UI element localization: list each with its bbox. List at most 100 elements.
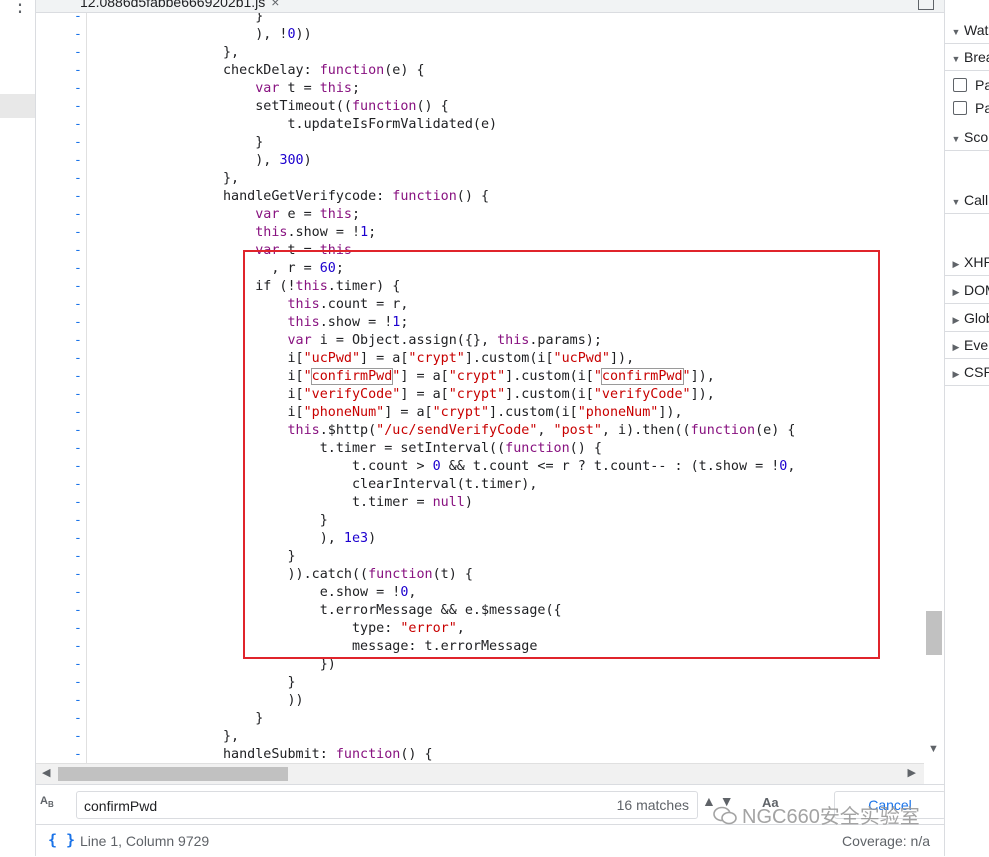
collapsed-triangle-icon: ▶ bbox=[952, 315, 960, 325]
code-line[interactable]: )) bbox=[94, 692, 303, 710]
code-line[interactable]: , r = 60; bbox=[94, 260, 344, 278]
code-line[interactable]: handleSubmit: function() { bbox=[94, 746, 433, 763]
diff-marker: - bbox=[74, 27, 82, 42]
diff-marker: - bbox=[74, 207, 82, 222]
diff-marker: - bbox=[74, 261, 82, 276]
search-input-box[interactable]: 16 matches bbox=[76, 791, 698, 819]
code-line[interactable]: t.timer = setInterval((function() { bbox=[94, 440, 602, 458]
diff-marker: - bbox=[74, 135, 82, 150]
horizontal-scroll-thumb[interactable] bbox=[58, 767, 288, 781]
code-line[interactable]: } bbox=[94, 710, 263, 728]
diff-marker: - bbox=[74, 729, 82, 744]
code-line[interactable]: ), 300) bbox=[94, 152, 311, 170]
sidebar-section-label: XHR/fetch Breakpoints bbox=[964, 254, 989, 270]
search-input[interactable] bbox=[82, 795, 606, 817]
code-line[interactable]: checkDelay: function(e) { bbox=[94, 62, 425, 80]
sidebar-section-label: Global Listeners bbox=[964, 310, 989, 326]
sidebar-section-header[interactable]: ▼Scope bbox=[945, 124, 989, 151]
sidebar-section-header[interactable]: ▶ CSP Violation Breakpoints bbox=[945, 359, 989, 386]
code-line[interactable]: ), 1e3) bbox=[94, 530, 376, 548]
code-line[interactable]: this.show = !1; bbox=[94, 314, 408, 332]
more-options-icon[interactable]: ⋮ bbox=[10, 0, 30, 17]
code-line[interactable]: this.$http("/uc/sendVerifyCode", "post",… bbox=[94, 422, 795, 440]
diff-marker: - bbox=[74, 297, 82, 312]
code-line[interactable]: var t = this; bbox=[94, 80, 360, 98]
code-line[interactable]: type: "error", bbox=[94, 620, 465, 638]
code-line[interactable]: }, bbox=[94, 44, 239, 62]
file-tab[interactable]: 12.0886d5fabbe6669202b1.js × bbox=[72, 0, 287, 12]
code-line[interactable]: } bbox=[94, 548, 295, 566]
watermark: NGC660安全实验室 bbox=[712, 800, 920, 829]
scroll-down-icon[interactable]: ▼ bbox=[928, 743, 939, 755]
code-line[interactable]: t.errorMessage && e.$message({ bbox=[94, 602, 562, 620]
diff-marker: - bbox=[74, 711, 82, 726]
code-line[interactable]: }, bbox=[94, 728, 239, 746]
horizontal-scrollbar[interactable]: ◀ ▶ bbox=[36, 763, 924, 784]
cursor-position: Line 1, Column 9729 bbox=[80, 833, 210, 849]
code-line[interactable]: setTimeout((function() { bbox=[94, 98, 449, 116]
code-line[interactable]: i["verifyCode"] = a["crypt"].custom(i["v… bbox=[94, 386, 714, 404]
sidebar-section-header[interactable]: ▶ Global Listeners bbox=[945, 305, 989, 332]
scroll-right-icon[interactable]: ▶ bbox=[908, 766, 916, 779]
code-line[interactable]: var t = this bbox=[94, 242, 352, 260]
sidebar-section-header[interactable]: ▶ Event Listener Breakpoints bbox=[945, 332, 989, 359]
code-line[interactable]: i["phoneNum"] = a["crypt"].custom(i["pho… bbox=[94, 404, 682, 422]
code-line[interactable]: clearInterval(t.timer), bbox=[94, 476, 537, 494]
diff-marker: - bbox=[74, 585, 82, 600]
diff-marker: - bbox=[74, 279, 82, 294]
checkbox-label: Pause on caught exceptions bbox=[975, 100, 989, 116]
sidebar-section-header[interactable]: ▼Breakpoints bbox=[945, 44, 989, 71]
code-line[interactable]: t.updateIsFormValidated(e) bbox=[94, 116, 497, 134]
code-line[interactable]: ), !0)) bbox=[94, 26, 311, 44]
sidebar-section-label: Scope bbox=[964, 129, 989, 145]
sidebar-section-label: Breakpoints bbox=[964, 49, 989, 65]
code-line[interactable]: }, bbox=[94, 170, 239, 188]
pretty-print-icon[interactable]: { } bbox=[48, 831, 75, 849]
sidebar-section-header[interactable]: ▶ DOM Breakpoints bbox=[945, 277, 989, 304]
sidebar-section-label: Watch bbox=[964, 22, 989, 38]
code-line[interactable]: this.show = !1; bbox=[94, 224, 376, 242]
collapsed-triangle-icon: ▶ bbox=[952, 259, 960, 269]
code-line[interactable]: } bbox=[94, 674, 295, 692]
code-editor[interactable]: - - - - - - - - - - - - - - - - - - - - - - - - - - - - - - - - - - - - - - - -… bbox=[36, 13, 924, 763]
code-line[interactable]: i["confirmPwd"] = a["crypt"].custom(i["c… bbox=[94, 368, 715, 386]
file-tab-label: 12.0886d5fabbe6669202b1.js bbox=[80, 0, 266, 10]
code-line[interactable]: } bbox=[94, 512, 328, 530]
code-line[interactable]: message: t.errorMessage bbox=[94, 638, 537, 656]
code-line[interactable]: t.timer = null) bbox=[94, 494, 473, 512]
diff-marker: - bbox=[74, 513, 82, 528]
pause-checkbox[interactable]: Pause on caught exceptions bbox=[953, 97, 989, 119]
code-line[interactable]: if (!this.timer) { bbox=[94, 278, 400, 296]
code-line[interactable]: var e = this; bbox=[94, 206, 360, 224]
expanded-triangle-icon: ▼ bbox=[951, 54, 961, 64]
toggle-sidebar-icon[interactable] bbox=[918, 0, 934, 10]
diff-marker: - bbox=[74, 657, 82, 672]
checkbox-box[interactable] bbox=[953, 78, 967, 92]
checkbox-box[interactable] bbox=[953, 101, 967, 115]
vertical-scrollbar[interactable]: ▼ bbox=[924, 13, 944, 763]
code-line[interactable]: handleGetVerifycode: function() { bbox=[94, 188, 489, 206]
navigator-selected-item[interactable] bbox=[0, 94, 35, 118]
diff-marker: - bbox=[74, 351, 82, 366]
code-line[interactable]: this.count = r, bbox=[94, 296, 408, 314]
replace-toggle-icon[interactable]: AB bbox=[40, 795, 54, 809]
code-line[interactable]: i["ucPwd"] = a["crypt"].custom(i["ucPwd"… bbox=[94, 350, 634, 368]
code-line[interactable]: )).catch((function(t) { bbox=[94, 566, 472, 584]
code-line[interactable]: } bbox=[94, 13, 263, 26]
diff-marker: - bbox=[74, 621, 82, 636]
code-line[interactable]: } bbox=[94, 134, 263, 152]
code-line[interactable]: t.count > 0 && t.count <= r ? t.count-- … bbox=[94, 458, 795, 476]
scroll-left-icon[interactable]: ◀ bbox=[42, 766, 50, 779]
pause-checkbox[interactable]: Pause on uncaught exceptions bbox=[953, 74, 989, 96]
sidebar-section-header[interactable]: ▼Call Stack bbox=[945, 187, 989, 214]
sidebar-section-header[interactable]: ▼Watch bbox=[945, 17, 989, 44]
sidebar-section-header[interactable]: ▶ XHR/fetch Breakpoints bbox=[945, 249, 989, 276]
close-icon[interactable]: × bbox=[271, 0, 279, 10]
code-line[interactable]: e.show = !0, bbox=[94, 584, 417, 602]
code-line[interactable]: }) bbox=[94, 656, 336, 674]
code-line[interactable]: var i = Object.assign({}, this.params); bbox=[94, 332, 601, 350]
diff-marker: - bbox=[74, 495, 82, 510]
vertical-scroll-thumb[interactable] bbox=[926, 611, 942, 655]
diff-marker: - bbox=[74, 171, 82, 186]
sidebar-section-label: DOM Breakpoints bbox=[964, 282, 989, 298]
